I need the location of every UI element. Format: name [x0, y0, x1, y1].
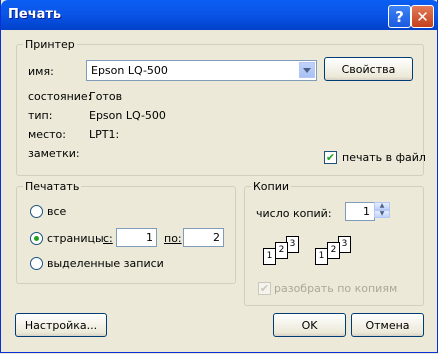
- comment-label: заметки:: [28, 147, 80, 160]
- setup-button[interactable]: Настройка...: [15, 313, 107, 337]
- print-to-file-label[interactable]: печать в файл: [342, 151, 426, 164]
- type-value: Epson LQ-500: [89, 109, 166, 122]
- copies-count-label: число копий:: [256, 207, 332, 220]
- cancel-button[interactable]: Отмена: [351, 313, 424, 337]
- print-range-group-title: Печатать: [23, 180, 82, 193]
- status-value: Готов: [89, 90, 123, 103]
- location-value: LPT1:: [89, 128, 120, 141]
- location-label: место:: [28, 128, 66, 141]
- collate-page-icon: 2: [327, 242, 340, 259]
- printer-group-title: Принтер: [23, 38, 77, 51]
- cancel-button-label: Отмена: [365, 318, 410, 332]
- ok-button[interactable]: OK: [273, 313, 346, 337]
- copies-group-title: Копии: [251, 180, 292, 193]
- setup-button-label: Настройка...: [24, 318, 98, 332]
- radio-selected-dot: [34, 236, 39, 241]
- collate-page-icon: 2: [275, 242, 288, 259]
- selection-label[interactable]: выделенные записи: [47, 257, 164, 270]
- collate-page-icon: 1: [263, 248, 276, 265]
- to-page-input[interactable]: 2: [183, 228, 224, 247]
- spin-up-icon[interactable]: ▲: [374, 202, 390, 210]
- close-icon: ✕: [416, 7, 429, 26]
- pages-label[interactable]: страницы: [47, 232, 104, 245]
- close-button[interactable]: ✕: [411, 5, 434, 28]
- type-label: тип:: [28, 109, 53, 122]
- printer-name-label: имя:: [28, 65, 54, 78]
- help-icon: ?: [395, 7, 404, 26]
- printer-name-select[interactable]: Epson LQ-500: [86, 60, 317, 81]
- status-label: состояние:: [28, 90, 92, 103]
- printer-name-value: Epson LQ-500: [91, 64, 168, 77]
- title-bar[interactable]: Печать ? ✕: [1, 0, 438, 30]
- properties-button-label: Свойства: [341, 62, 396, 76]
- selection-radio[interactable]: [30, 257, 43, 270]
- from-page-input[interactable]: 1: [116, 228, 157, 247]
- print-dialog: Печать ? ✕ Принтер имя: Epson LQ-500 Сво…: [0, 0, 438, 353]
- window-title: Печать: [8, 7, 62, 22]
- pages-radio[interactable]: [30, 232, 43, 245]
- help-button[interactable]: ?: [388, 5, 411, 28]
- all-radio[interactable]: [30, 205, 43, 218]
- collate-label[interactable]: разобрать по копиям: [274, 282, 397, 295]
- copies-spinner[interactable]: ▲ ▼: [374, 202, 390, 218]
- print-to-file-checkbox[interactable]: ✔: [324, 151, 337, 164]
- copies-count-input[interactable]: 1: [345, 202, 375, 221]
- all-label[interactable]: все: [47, 205, 66, 218]
- collate-checkbox[interactable]: ✔: [258, 282, 271, 295]
- spin-down-icon[interactable]: ▼: [374, 210, 390, 218]
- chevron-down-icon[interactable]: [299, 62, 315, 78]
- collate-page-icon: 1: [315, 248, 328, 265]
- properties-button[interactable]: Свойства: [324, 57, 413, 81]
- to-label: по:: [164, 232, 182, 245]
- ok-button-label: OK: [301, 318, 318, 332]
- from-label: с:: [103, 232, 113, 245]
